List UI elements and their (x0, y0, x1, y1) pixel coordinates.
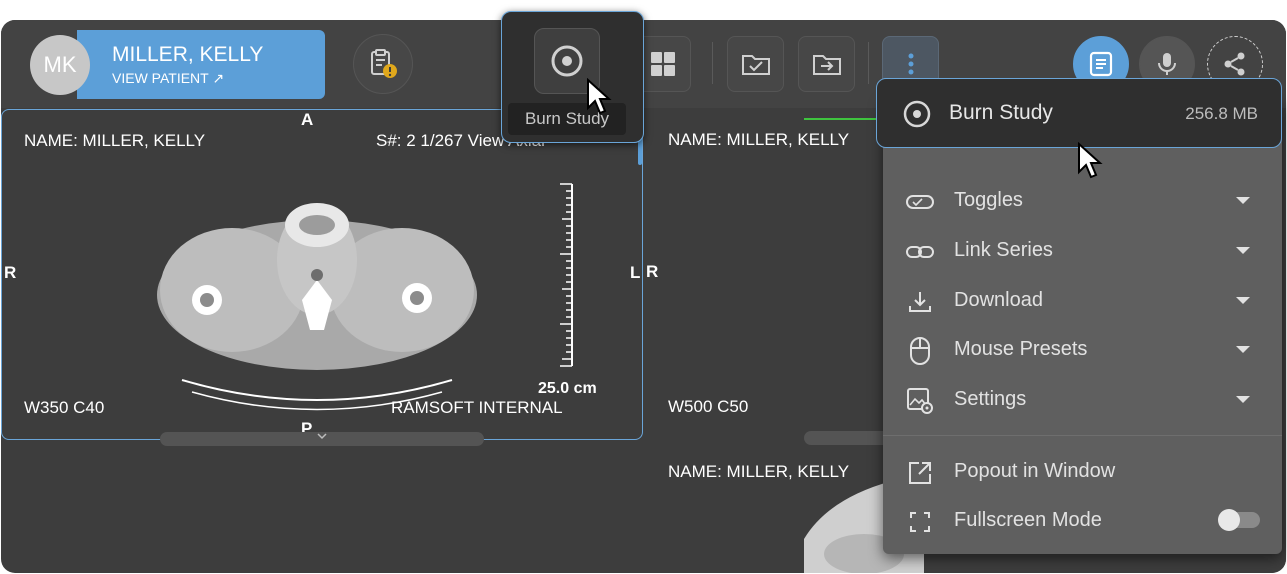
microphone-icon (1158, 53, 1176, 75)
toggle-knob (1218, 509, 1240, 531)
overlay-patient-name: NAME: MILLER, KELLY (24, 131, 206, 150)
menu-item-label: Settings (954, 388, 1027, 410)
overlay-patient-name: NAME: MILLER, KELLY (668, 130, 850, 149)
more-vertical-icon (908, 53, 913, 75)
grid-layout-icon (650, 52, 675, 76)
burn-study-size: 256.8 MB (1185, 104, 1258, 123)
share-icon (1224, 52, 1245, 76)
mouse-cursor (587, 78, 612, 115)
menu-item-popout[interactable]: Popout in Window (883, 447, 1282, 497)
toggle-icon (905, 187, 935, 217)
burn-study-toolbar-highlight: Burn Study (501, 11, 644, 143)
ct-image (157, 203, 477, 411)
burn-study-label: Burn Study (949, 101, 1053, 124)
progress-indicator (804, 118, 884, 120)
orientation-left: R (4, 263, 17, 282)
caret-down-icon (1236, 346, 1250, 353)
disc-icon (903, 100, 931, 128)
clipboard-alert-button[interactable] (353, 34, 413, 94)
overlay-window-level: W350 C40 (24, 398, 105, 417)
scale-label: 25.0 cm (538, 380, 597, 397)
menu-item-settings[interactable]: Settings (883, 375, 1282, 425)
clipboard-alert-icon (371, 49, 397, 78)
patient-name: MILLER, KELLY (112, 43, 264, 66)
fullscreen-toggle[interactable] (1218, 509, 1260, 531)
image-settings-icon (905, 386, 935, 416)
menu-item-link-series[interactable]: Link Series (883, 226, 1282, 276)
menu-item-label: Popout in Window (954, 460, 1116, 482)
view-patient-link[interactable]: VIEW PATIENT ↗ (112, 69, 325, 87)
fullscreen-icon (905, 507, 935, 537)
menu-divider (883, 435, 1282, 436)
caret-down-icon (1236, 297, 1250, 304)
scale-ruler (560, 183, 573, 367)
download-icon (905, 287, 935, 317)
toolbar-divider (712, 42, 713, 84)
popout-icon (905, 458, 935, 488)
mouse-cursor (1078, 142, 1103, 179)
menu-item-burn-study[interactable]: Burn Study 256.8 MB (876, 78, 1282, 148)
toolbar-divider (868, 42, 869, 84)
chevron-down-icon (317, 433, 327, 440)
document-icon (1089, 51, 1113, 77)
menu-item-toggles[interactable]: Toggles (883, 176, 1282, 226)
menu-item-mouse-presets[interactable]: Mouse Presets (883, 325, 1282, 375)
orientation-left: R (646, 262, 659, 281)
menu-item-label: Mouse Presets (954, 338, 1088, 360)
menu-item-label: Toggles (954, 189, 1023, 211)
overlay-window-level: W500 C50 (668, 397, 749, 416)
menu-item-label: Download (954, 289, 1043, 311)
menu-item-download[interactable]: Download (883, 276, 1282, 326)
link-icon (905, 237, 935, 267)
caret-down-icon (1236, 396, 1250, 403)
folder-arrow-icon (812, 55, 841, 75)
avatar[interactable]: MK (30, 35, 90, 95)
mouse-icon (905, 336, 935, 366)
folder-check-icon (741, 55, 770, 75)
caret-down-icon (1236, 247, 1250, 254)
orientation-top: A (301, 110, 314, 129)
menu-item-fullscreen[interactable]: Fullscreen Mode (883, 496, 1282, 546)
patient-card[interactable]: MILLER, KELLY VIEW PATIENT ↗ (77, 30, 325, 99)
menu-item-label: Link Series (954, 239, 1053, 261)
folder-move-button[interactable] (798, 36, 855, 92)
viewport-left[interactable]: A R L P NAME: MILLER, KELLY S#: 2 1/267 … (1, 109, 643, 446)
menu-item-label: Fullscreen Mode (954, 509, 1102, 531)
caret-down-icon (1236, 197, 1250, 204)
disc-icon (551, 45, 583, 77)
orientation-right: L (630, 263, 641, 282)
folder-check-button[interactable] (727, 36, 784, 92)
